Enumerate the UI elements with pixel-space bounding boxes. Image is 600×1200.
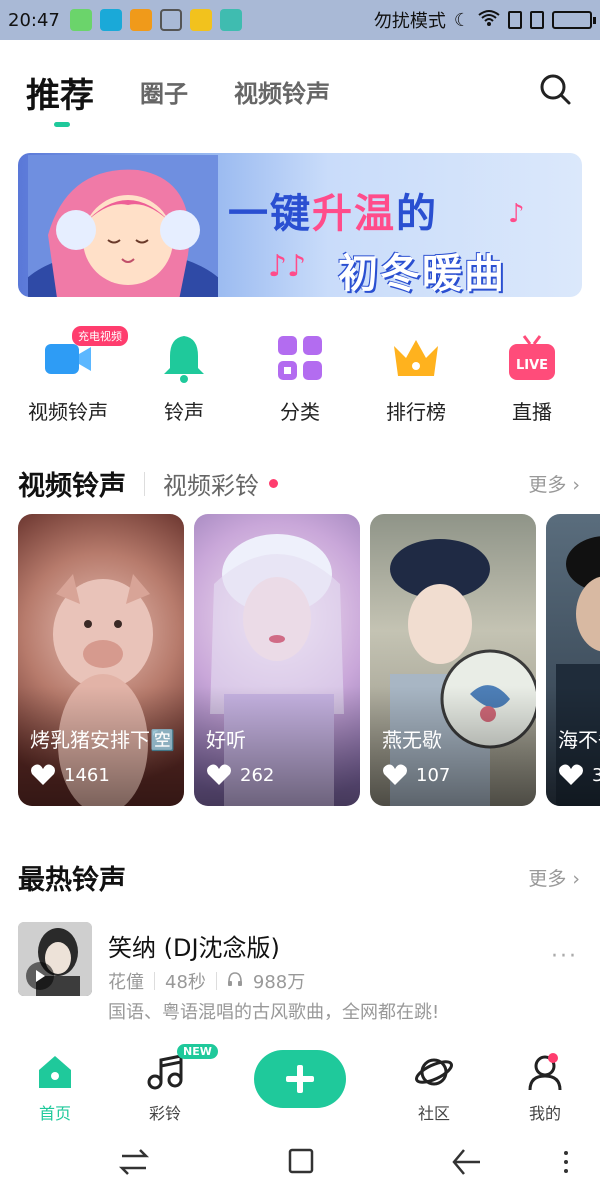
song-title: 笑纳 (DJ沈念版) (108, 934, 280, 962)
category-video-ringtone[interactable]: 充电视频 视频铃声 (18, 320, 128, 425)
category-classify[interactable]: 分类 (250, 320, 350, 425)
hot-section-header: 最热铃声 更多 › (18, 858, 580, 897)
system-navigation-bar (0, 1124, 600, 1200)
nav-community[interactable]: 社区 (394, 1052, 474, 1124)
video-section-header: 视频铃声 视频彩铃 更多 › (18, 464, 580, 503)
music-notes-icon: ♪♪ (268, 249, 307, 284)
heart-icon (383, 764, 407, 785)
menu-icon[interactable] (548, 1144, 588, 1180)
sim-icon (508, 11, 522, 29)
notification-app-icon (99, 9, 122, 31)
banner-subheadline: 初冬暖曲 (338, 251, 506, 297)
sim-icon (530, 11, 544, 29)
tab-recommend[interactable]: 推荐 (26, 68, 94, 127)
video-card-likes: 107 (382, 764, 450, 786)
headphone-icon (227, 971, 243, 992)
category-live[interactable]: LIVE 直播 (482, 320, 582, 425)
bottom-nav: 首页 NEW 彩铃 社区 我的 (0, 1040, 600, 1124)
red-dot-indicator (269, 479, 278, 488)
recent-apps-icon[interactable] (114, 1144, 154, 1180)
create-button[interactable] (254, 1050, 346, 1108)
more-link[interactable]: 更多 › (528, 470, 580, 497)
tab-video-ringtone[interactable]: 视频铃声 (234, 74, 330, 109)
battery-icon (552, 11, 596, 29)
status-time: 20:47 (8, 9, 60, 31)
banner-illustration (28, 155, 218, 297)
song-artist: 花僮 (108, 972, 144, 993)
home-square-icon[interactable] (280, 1144, 320, 1180)
category-ranking[interactable]: 排行榜 (366, 320, 466, 425)
nav-home[interactable]: 首页 (15, 1052, 95, 1124)
divider (144, 471, 145, 496)
category-row: 充电视频 视频铃声 铃声 分类 排行榜 LIVE 直播 (0, 320, 600, 425)
section-title[interactable]: 视频铃声 (18, 464, 126, 503)
song-description: 国语、粤语混唱的古风歌曲，全网都在跳! (108, 1002, 440, 1023)
video-card[interactable]: 海不争 3 (546, 514, 600, 806)
new-badge: NEW (177, 1044, 218, 1059)
home-icon (39, 1056, 71, 1088)
folder-icon (189, 9, 212, 31)
heart-icon (207, 764, 231, 785)
wifi-icon (478, 9, 500, 32)
tab-circle[interactable]: 圈子 (140, 74, 188, 109)
more-link[interactable]: 更多 › (528, 864, 580, 891)
video-card-title: 海不争 (558, 728, 600, 752)
search-icon[interactable] (538, 72, 572, 106)
video-card-title: 燕无歇 (382, 728, 442, 752)
song-cover[interactable] (18, 922, 92, 996)
planet-icon (415, 1058, 453, 1086)
top-tab-bar: 推荐 圈子 视频铃声 (26, 60, 580, 130)
video-card[interactable]: 燕无歇 107 (370, 514, 536, 806)
music-note-icon (147, 1054, 183, 1090)
notification-app-icon (69, 9, 92, 31)
song-meta: 花僮 48秒 988万 (108, 968, 305, 994)
back-icon[interactable] (446, 1144, 486, 1180)
song-plays: 988万 (252, 972, 306, 993)
banner-headline: 一键升温的 (228, 191, 438, 237)
nav-color-ring[interactable]: NEW 彩铃 (125, 1044, 218, 1124)
section-subtab[interactable]: 视频彩铃 (163, 466, 259, 501)
heart-icon (31, 764, 55, 785)
video-card-title: 烤乳猪安排下🈳 (30, 728, 175, 752)
more-options-icon[interactable]: ··· (551, 944, 578, 969)
grid-icon (278, 336, 322, 380)
profile-icon (528, 1053, 562, 1091)
status-bar: 20:47 勿扰模式 ☾ (0, 0, 600, 40)
video-card-title: 好听 (206, 728, 246, 752)
live-tv-icon: LIVE (509, 335, 555, 380)
video-card[interactable]: 烤乳猪安排下🈳 1461 (18, 514, 184, 806)
heart-icon (559, 764, 583, 785)
cleaner-icon (159, 9, 182, 31)
plus-icon (286, 1065, 314, 1093)
crown-icon (394, 340, 438, 376)
section-title: 最热铃声 (18, 865, 126, 896)
music-note-icon: ♪ (508, 199, 525, 229)
promo-banner[interactable]: 一键升温的 ♪♪ ♪ 初冬暖曲 (18, 153, 582, 297)
live-text: LIVE (516, 358, 548, 373)
usb-icon (219, 9, 242, 31)
dnd-label: 勿扰模式 (373, 11, 446, 32)
play-icon[interactable] (26, 962, 54, 990)
category-ringtone[interactable]: 铃声 (134, 320, 234, 425)
video-card-likes: 262 (206, 764, 274, 786)
nav-profile[interactable]: 我的 (505, 1052, 585, 1124)
video-card-likes: 1461 (30, 764, 110, 786)
song-duration: 48秒 (165, 972, 206, 993)
video-card-list: 烤乳猪安排下🈳 1461 好听 262 燕无歇 107 海不 3 (18, 514, 600, 806)
song-list-item[interactable]: 笑纳 (DJ沈念版) 花僮 48秒 988万 国语、粤语混唱的古风歌曲，全网都在… (18, 920, 580, 1030)
video-card[interactable]: 好听 262 (194, 514, 360, 806)
moon-icon: ☾ (453, 9, 470, 31)
warning-icon (129, 9, 152, 31)
category-badge: 充电视频 (72, 326, 128, 346)
bell-icon (164, 336, 204, 383)
video-card-likes: 3 (558, 764, 600, 786)
